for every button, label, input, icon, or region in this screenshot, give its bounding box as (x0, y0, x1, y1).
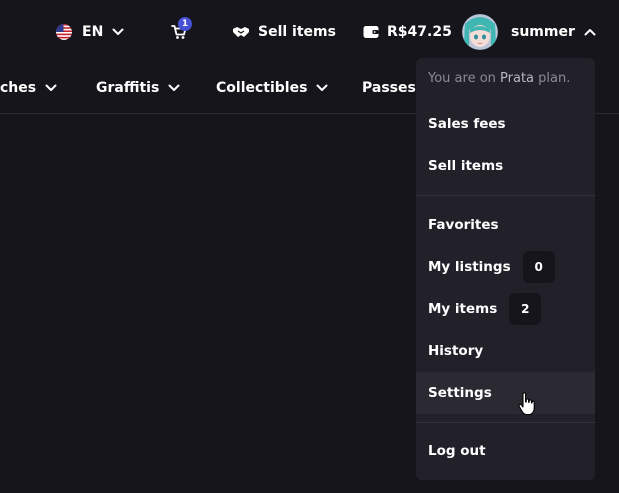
wallet-icon (363, 26, 379, 38)
menu-item-label: History (428, 343, 484, 359)
menu-item-history[interactable]: History (416, 330, 595, 372)
chevron-up-icon (584, 29, 596, 36)
chevron-down-icon (45, 84, 57, 91)
category-passes[interactable]: Passes (362, 78, 416, 98)
menu-item-label: My listings (428, 259, 511, 275)
username-label: summer (511, 24, 575, 40)
category-label: Graffitis (96, 80, 160, 96)
wallet-balance[interactable]: R$47.25 (363, 22, 452, 42)
menu-item-favorites[interactable]: Favorites (416, 204, 595, 246)
category-graffitis[interactable]: Graffitis (96, 78, 180, 98)
category-label: Collectibles (216, 80, 308, 96)
menu-item-label: My items (428, 301, 498, 317)
items-count-badge: 2 (509, 293, 542, 325)
plan-info: You are on Prata plan. (428, 71, 570, 86)
menu-item-sell-items[interactable]: Sell items (416, 145, 595, 187)
cart-count-badge: 1 (178, 17, 192, 31)
menu-item-label: Favorites (428, 217, 499, 233)
sell-items-link[interactable]: Sell items (232, 22, 336, 42)
chevron-down-icon (112, 28, 124, 35)
plan-name: Prata (500, 71, 535, 86)
menu-item-sales-fees[interactable]: Sales fees (416, 103, 595, 145)
chevron-down-icon (168, 84, 180, 91)
language-label: EN (82, 24, 104, 40)
listings-count-badge: 0 (522, 251, 555, 283)
menu-item-log-out[interactable]: Log out (416, 430, 595, 472)
menu-item-label: Sell items (428, 158, 504, 174)
user-menu-toggle[interactable]: summer (462, 14, 596, 50)
category-item[interactable]: ches (0, 78, 57, 98)
menu-divider (416, 422, 595, 423)
category-label: ches (0, 80, 37, 96)
user-dropdown-menu: You are on Prata plan. Sales fees Sell i… (416, 58, 595, 480)
plan-prefix: You are on (428, 71, 501, 86)
sell-items-label: Sell items (258, 24, 336, 40)
category-collectibles[interactable]: Collectibles (216, 78, 328, 98)
top-bar: EN 1 Sell items R$47.25 summer (0, 0, 619, 64)
hand-pointer-icon (518, 392, 535, 416)
menu-item-label: Settings (428, 385, 492, 401)
chevron-down-icon (316, 84, 328, 91)
wallet-balance-label: R$47.25 (387, 24, 452, 40)
menu-item-my-items[interactable]: My items 2 (416, 288, 595, 330)
menu-item-settings[interactable]: Settings (416, 372, 595, 414)
avatar (462, 14, 498, 50)
handshake-icon (233, 27, 249, 37)
menu-divider (416, 195, 595, 196)
menu-item-label: Log out (428, 443, 486, 459)
menu-item-label: Sales fees (428, 116, 506, 132)
plan-suffix: plan. (534, 71, 571, 86)
language-selector[interactable]: EN (56, 22, 124, 42)
us-flag-icon (56, 24, 72, 40)
menu-item-my-listings[interactable]: My listings 0 (416, 246, 595, 288)
category-label: Passes (362, 80, 416, 96)
